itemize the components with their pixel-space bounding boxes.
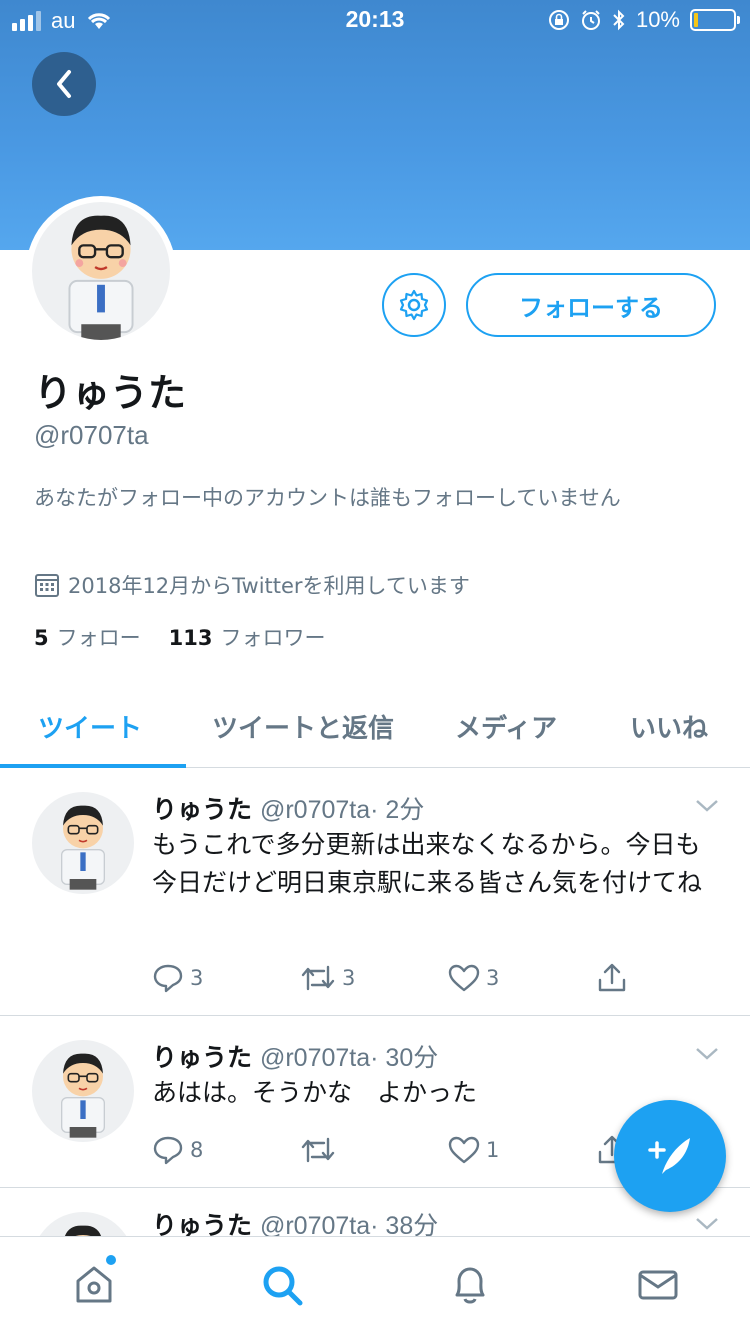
tweet-author-name[interactable]: りゅうた [152, 1211, 252, 1236]
orientation-lock-icon [548, 10, 569, 30]
avatar-illustration [68, 215, 134, 340]
bell-icon [455, 1267, 485, 1304]
tab-likes[interactable]: いいね [630, 708, 708, 745]
tweet-time: · 2分 [370, 796, 425, 824]
chevron-down-icon[interactable] [694, 798, 720, 814]
avatar-illustration [64, 1225, 102, 1236]
tweet-author-handle[interactable]: @r0707ta [260, 796, 370, 824]
tweet-avatar[interactable] [32, 1040, 134, 1142]
tab-tweets-and-replies[interactable]: ツイートと返信 [212, 708, 394, 745]
tweet-header: りゅうた @r0707ta· 2分 [152, 790, 424, 826]
reply-icon [153, 1136, 183, 1165]
like-button[interactable]: 1 [448, 1132, 596, 1168]
heart-icon [448, 1136, 480, 1164]
profile-handle: @r0707ta [34, 420, 149, 450]
retweet-icon [301, 965, 335, 991]
battery-percent: 10% [635, 7, 680, 32]
chevron-down-icon[interactable] [694, 1216, 720, 1232]
nav-search[interactable] [258, 1261, 306, 1309]
tab-media[interactable]: メディア [455, 708, 557, 745]
tweet-header: りゅうた @r0707ta· 30分 [152, 1038, 438, 1074]
chevron-down-icon[interactable] [694, 1046, 720, 1062]
tweet-header: りゅうた @r0707ta· 38分 [152, 1206, 438, 1236]
profile-display-name: りゅうた [34, 371, 187, 415]
reply-button[interactable]: 3 [152, 960, 300, 996]
retweet-icon [301, 1137, 335, 1163]
like-button[interactable]: 3 [448, 960, 596, 996]
tweet-author-handle[interactable]: @r0707ta [260, 1044, 370, 1072]
reply-button[interactable]: 8 [152, 1132, 300, 1168]
reply-icon [153, 964, 183, 993]
status-bar: au 20:13 10% [0, 0, 750, 40]
following-link[interactable]: 5 フォロー [34, 622, 141, 652]
tweet-actions: 3 3 3 [152, 960, 642, 996]
retweet-button[interactable] [300, 1132, 448, 1168]
tweet-author-name[interactable]: りゅうた [152, 795, 252, 824]
tweet-author-handle[interactable]: @r0707ta [260, 1212, 370, 1236]
avatar-illustration [61, 805, 105, 890]
tweet-time: · 30分 [370, 1044, 439, 1072]
tab-tweets[interactable]: ツイート [38, 708, 142, 745]
battery-icon [690, 9, 740, 31]
nav-home[interactable] [70, 1255, 118, 1309]
search-icon [263, 1266, 303, 1306]
back-button[interactable] [32, 52, 96, 116]
tweet-text: もうこれで多分更新は出来なくなるから。今日も今日だけど明日東京駅に来る皆さん気を… [152, 830, 703, 897]
home-icon [76, 1266, 112, 1303]
compose-tweet-icon [648, 1138, 690, 1174]
new-content-indicator [106, 1255, 116, 1265]
bottom-nav [0, 1236, 750, 1334]
follow-button[interactable]: フォローする [466, 273, 716, 337]
retweet-button[interactable]: 3 [300, 960, 448, 996]
tweet-actions: 8 1 [152, 1132, 642, 1168]
nav-notifications[interactable] [446, 1261, 494, 1309]
profile-avatar[interactable] [26, 196, 176, 346]
tweet-avatar[interactable] [32, 1212, 134, 1236]
gear-icon [399, 289, 429, 321]
tweet-time: · 38分 [370, 1212, 439, 1236]
tweet-author-name[interactable]: りゅうた [152, 1043, 252, 1072]
tweet-text: あはは。そうかな よかった [152, 1078, 478, 1107]
followers-link[interactable]: 113 フォロワー [169, 622, 326, 652]
share-icon [598, 963, 626, 992]
follow-counts: 5 フォロー 113 フォロワー [34, 622, 325, 652]
tweet[interactable]: りゅうた @r0707ta· 2分 もうこれで多分更新は出来なくなるから。今日も… [0, 768, 750, 1016]
heart-icon [448, 964, 480, 992]
bluetooth-icon [613, 9, 625, 31]
avatar-illustration [61, 1053, 105, 1138]
mail-icon [638, 1270, 678, 1300]
calendar-icon [35, 574, 59, 597]
profile-tabs: ツイート ツイートと返信 メディア いいね [0, 690, 750, 768]
alarm-icon [581, 10, 600, 30]
share-button[interactable] [596, 960, 636, 996]
tweet-avatar[interactable] [32, 792, 134, 894]
nav-messages[interactable] [634, 1261, 682, 1309]
compose-tweet-button[interactable] [614, 1100, 726, 1212]
chevron-left-icon [57, 70, 71, 98]
joined-text: 2018年12月からTwitterを利用しています [68, 574, 470, 598]
settings-button[interactable] [382, 273, 446, 337]
follow-notice: あなたがフォロー中のアカウントは誰もフォローしていません [34, 486, 621, 510]
joined-date: 2018年12月からTwitterを利用しています [34, 570, 470, 600]
